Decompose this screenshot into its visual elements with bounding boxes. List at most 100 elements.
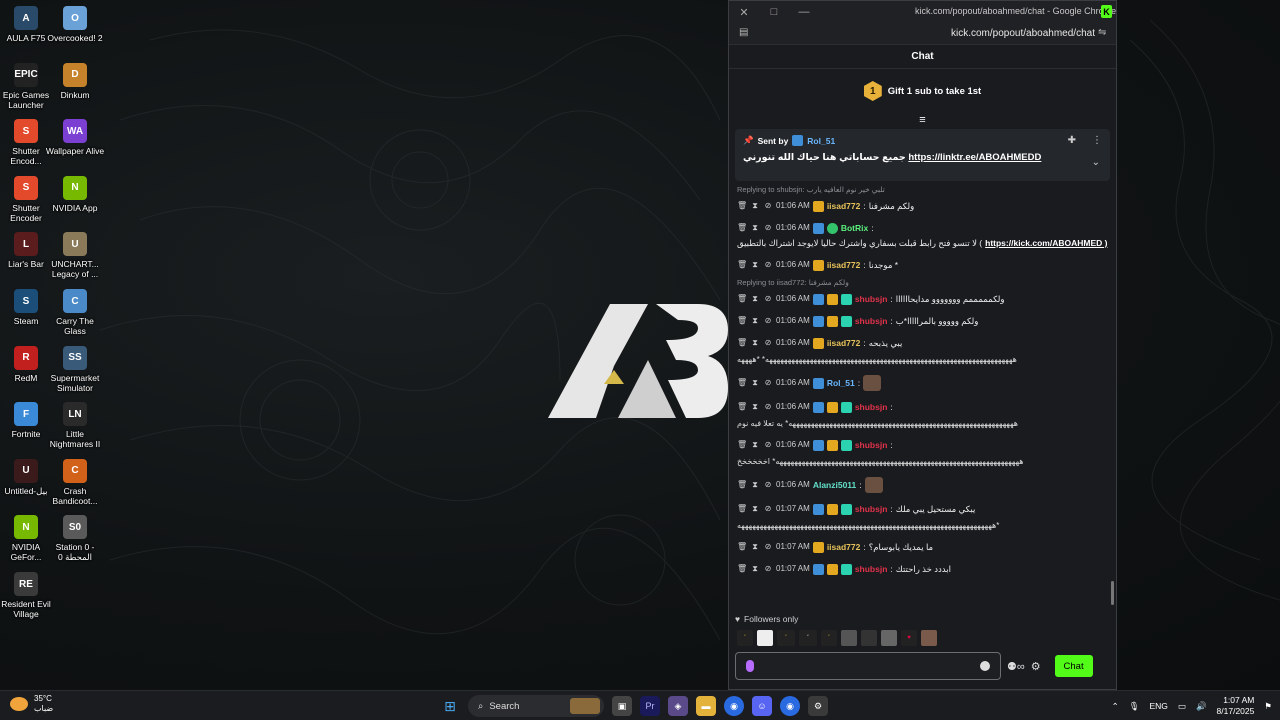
- delete-icon[interactable]: 🗑: [737, 200, 747, 212]
- microphone-icon[interactable]: [746, 660, 754, 672]
- ban-icon[interactable]: ⊘: [763, 337, 773, 349]
- ban-icon[interactable]: ⊘: [763, 541, 773, 553]
- timeout-icon[interactable]: ⧗: [750, 439, 760, 451]
- wallpaper-alive-icon[interactable]: WA Wallpaper Alive: [46, 119, 104, 156]
- delete-icon[interactable]: 🗑: [737, 259, 747, 271]
- message-username[interactable]: shubsjn: [855, 401, 888, 413]
- send-chat-button[interactable]: Chat: [1054, 655, 1093, 677]
- message-link[interactable]: https://kick.com/ABOAHMED ): [985, 237, 1107, 249]
- timeout-icon[interactable]: ⧗: [750, 259, 760, 271]
- pinned-link[interactable]: https://linktr.ee/ABOAHMEDD: [908, 152, 1041, 163]
- filter-icon[interactable]: ≡: [729, 113, 1116, 127]
- timeout-icon[interactable]: ⧗: [750, 200, 760, 212]
- site-settings-icon[interactable]: ⇋: [1098, 27, 1110, 39]
- timeout-icon[interactable]: ⧗: [750, 563, 760, 575]
- emote-item[interactable]: ٴ: [799, 630, 817, 646]
- timeout-icon[interactable]: ⧗: [750, 315, 760, 327]
- message-username[interactable]: iisad772: [827, 200, 861, 212]
- delete-icon[interactable]: 🗑: [737, 222, 747, 234]
- minimize-icon[interactable]: —: [789, 1, 819, 23]
- timeout-icon[interactable]: ⧗: [750, 293, 760, 305]
- timeout-icon[interactable]: ⧗: [750, 337, 760, 349]
- reply-context[interactable]: Replying to iisad772: ولكم مشرفنا: [737, 276, 1108, 288]
- message-username[interactable]: shubsjn: [855, 293, 888, 305]
- delete-icon[interactable]: 🗑: [737, 337, 747, 349]
- shutter-encoder-2-icon[interactable]: S Shutter Encoder: [0, 175, 52, 223]
- network-icon[interactable]: ▭: [1178, 701, 1186, 712]
- message-username[interactable]: Alanzi5011: [813, 479, 856, 491]
- discord-icon[interactable]: ☺: [752, 696, 772, 716]
- url-text[interactable]: kick.com/popout/aboahmed/chat: [951, 28, 1095, 39]
- emote-item[interactable]: [881, 630, 897, 646]
- premiere-icon[interactable]: Pr: [640, 696, 660, 716]
- delete-icon[interactable]: 🗑: [737, 563, 747, 575]
- ban-icon[interactable]: ⊘: [763, 315, 773, 327]
- close-icon[interactable]: ✕: [729, 1, 759, 23]
- little-nightmares-icon[interactable]: LN Little Nightmares II: [49, 402, 101, 449]
- chevron-down-icon[interactable]: ⌄: [1092, 157, 1100, 168]
- emoji-icon[interactable]: [980, 661, 990, 671]
- weather-widget[interactable]: 35°C ضباب: [10, 694, 53, 714]
- ban-icon[interactable]: ⊘: [763, 439, 773, 451]
- ban-icon[interactable]: ⊘: [763, 222, 773, 234]
- delete-icon[interactable]: 🗑: [737, 315, 747, 327]
- timeout-icon[interactable]: ⧗: [750, 377, 760, 389]
- dinkum-icon[interactable]: D Dinkum: [49, 62, 101, 100]
- epic-games-icon[interactable]: EPIC Epic Games Launcher: [0, 62, 52, 110]
- message-username[interactable]: shubsjn: [855, 503, 888, 515]
- timeout-icon[interactable]: ⧗: [750, 401, 760, 413]
- emote-item[interactable]: ٴ: [737, 630, 753, 646]
- carry-the-glass-icon[interactable]: C Carry The Glass: [49, 289, 101, 336]
- chrome-icon[interactable]: ◉: [724, 696, 744, 716]
- file-explorer-icon[interactable]: ▬: [696, 696, 716, 716]
- more-options-icon[interactable]: ⋮: [1092, 135, 1102, 146]
- shutter-encoder-icon[interactable]: S Shutter Encod...: [0, 119, 52, 166]
- delete-icon[interactable]: 🗑: [737, 541, 747, 553]
- emote-item[interactable]: [841, 630, 857, 646]
- pinned-username[interactable]: Rol_51: [807, 136, 835, 146]
- overcooked-2-icon[interactable]: O Overcooked! 2: [47, 6, 103, 43]
- maximize-icon[interactable]: □: [759, 1, 789, 23]
- photos-icon[interactable]: ◈: [668, 696, 688, 716]
- delete-icon[interactable]: 🗑: [737, 503, 747, 515]
- ban-icon[interactable]: ⊘: [763, 293, 773, 305]
- supermarket-simulator-icon[interactable]: SS Supermarket Simulator: [49, 345, 101, 393]
- start-icon[interactable]: ⊞: [440, 696, 460, 716]
- gear-icon[interactable]: ⚙: [1031, 660, 1041, 673]
- message-username[interactable]: shubsjn: [855, 315, 888, 327]
- timeout-icon[interactable]: ⧗: [750, 222, 760, 234]
- message-username[interactable]: shubsjn: [855, 439, 888, 451]
- mic-tray-icon[interactable]: 🎙: [1129, 701, 1140, 712]
- ban-icon[interactable]: ⊘: [763, 563, 773, 575]
- ban-icon[interactable]: ⊘: [763, 479, 773, 491]
- chevron-up-icon[interactable]: ⌃: [1112, 701, 1119, 712]
- message-username[interactable]: Rol_51: [827, 377, 855, 389]
- tab-search-icon[interactable]: ▤: [739, 27, 751, 39]
- uncharted-icon[interactable]: U UNCHART... Legacy of ...: [49, 232, 101, 279]
- emote-item[interactable]: [861, 630, 877, 646]
- resident-evil-icon[interactable]: RE Resident Evil Village: [0, 572, 52, 619]
- search-box[interactable]: ⌕ Search: [468, 695, 604, 717]
- ban-icon[interactable]: ⊘: [763, 401, 773, 413]
- emote-item[interactable]: [921, 630, 937, 646]
- clock[interactable]: 1:07 AM 8/17/2025: [1217, 695, 1255, 717]
- timeout-icon[interactable]: ⧗: [750, 503, 760, 515]
- emote-item[interactable]: ♥: [901, 630, 917, 646]
- gift-leaderboard[interactable]: 1 Gift 1 sub to take 1st: [729, 69, 1116, 113]
- delete-icon[interactable]: 🗑: [737, 439, 747, 451]
- ban-icon[interactable]: ⊘: [763, 200, 773, 212]
- emote-item[interactable]: [757, 630, 773, 646]
- notification-icon[interactable]: ⚑: [1264, 701, 1272, 712]
- volume-icon[interactable]: 🔊: [1196, 701, 1207, 712]
- settings-icon[interactable]: ⚙: [808, 696, 828, 716]
- delete-icon[interactable]: 🗑: [737, 479, 747, 491]
- message-username[interactable]: shubsjn: [855, 563, 888, 575]
- delete-icon[interactable]: 🗑: [737, 401, 747, 413]
- delete-icon[interactable]: 🗑: [737, 377, 747, 389]
- chat-input[interactable]: [735, 652, 1001, 680]
- ban-icon[interactable]: ⊘: [763, 503, 773, 515]
- timeout-icon[interactable]: ⧗: [750, 541, 760, 553]
- message-username[interactable]: BotRix: [841, 222, 868, 234]
- kicks-icon[interactable]: ⚉∞: [1007, 660, 1025, 673]
- ban-icon[interactable]: ⊘: [763, 259, 773, 271]
